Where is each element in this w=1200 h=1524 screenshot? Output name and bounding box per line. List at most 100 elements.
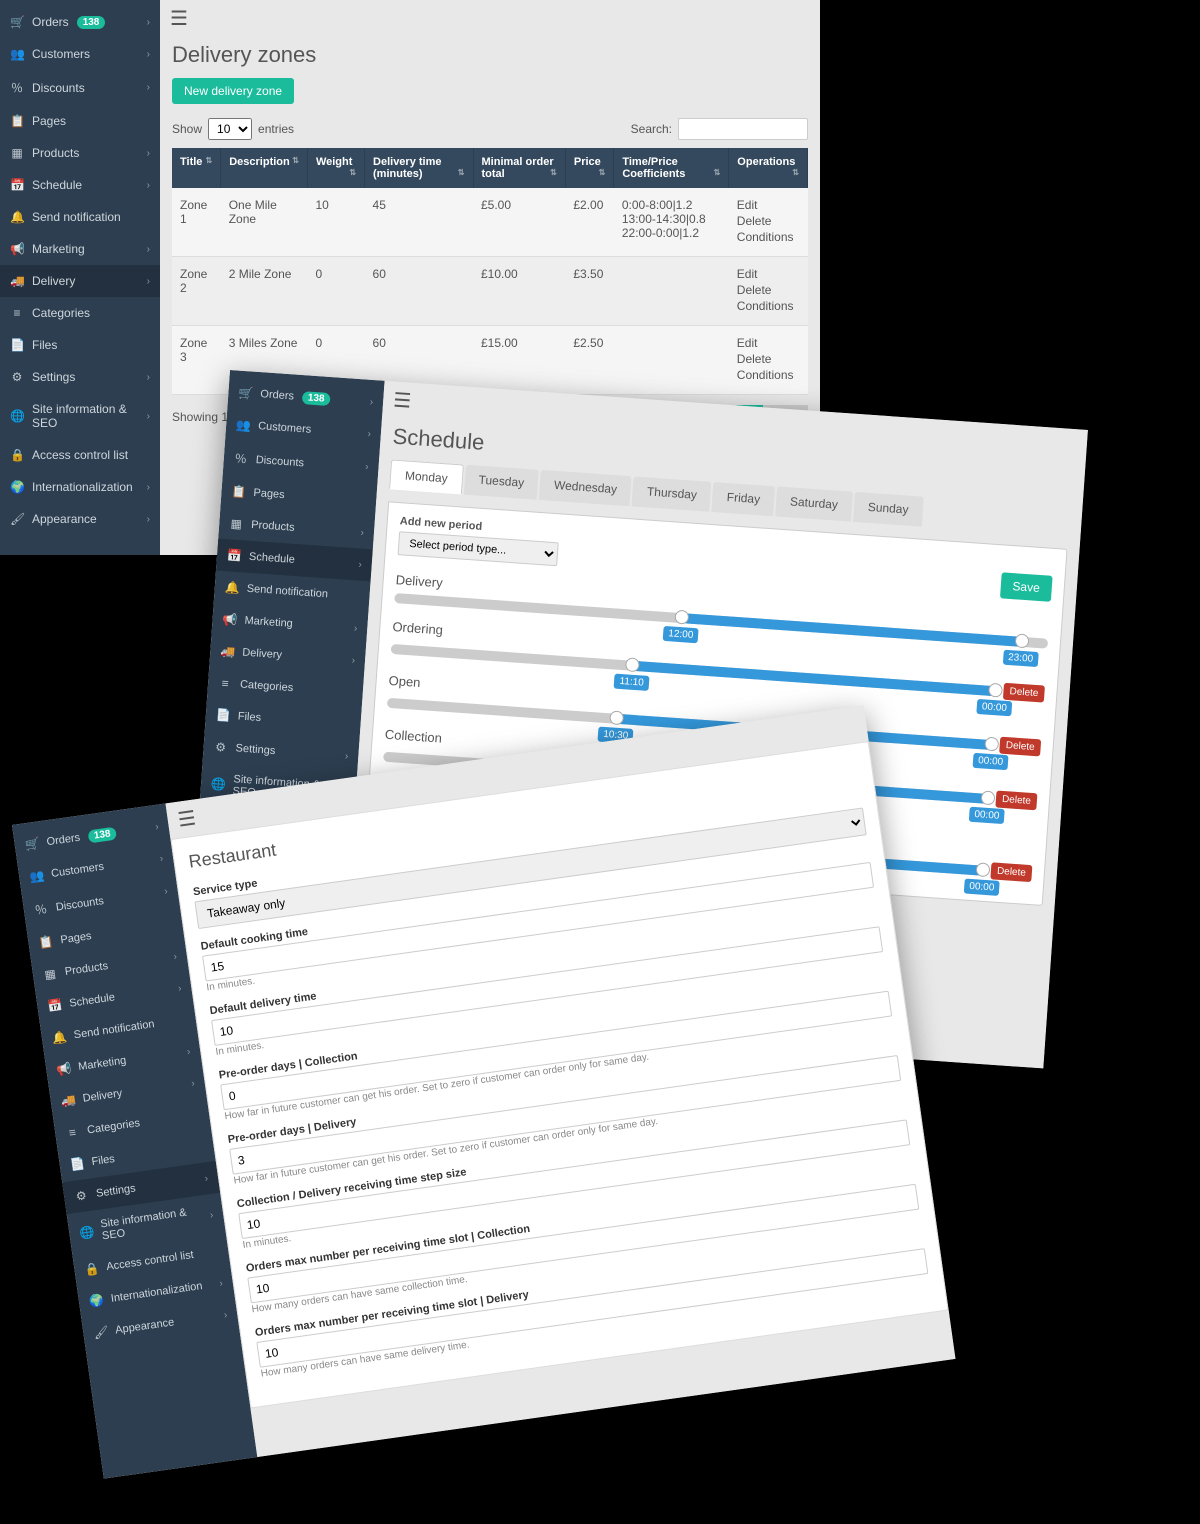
- column-header[interactable]: Time/Price Coefficients⇅: [614, 148, 729, 188]
- sidebar-item-schedule[interactable]: 📅Schedule›: [0, 169, 160, 201]
- sidebar-item-label: Orders: [32, 15, 69, 29]
- entries-select[interactable]: 10: [208, 118, 252, 140]
- tab-thursday[interactable]: Thursday: [632, 476, 712, 511]
- restaurant-window: 🛒Orders138›👥Customers›％Discounts›📋Pages▦…: [12, 705, 955, 1478]
- chevron-right-icon: ›: [159, 853, 164, 864]
- op-edit[interactable]: Edit: [737, 267, 800, 281]
- sidebar-item-settings[interactable]: ⚙Settings›: [0, 361, 160, 393]
- op-edit[interactable]: Edit: [737, 198, 800, 212]
- customers-icon: 👥: [28, 868, 44, 884]
- tab-tuesday[interactable]: Tuesday: [464, 465, 540, 500]
- tab-saturday[interactable]: Saturday: [775, 486, 853, 521]
- save-button[interactable]: Save: [1000, 572, 1053, 602]
- marketing-icon: 📢: [10, 242, 24, 256]
- sidebar-item-label: Schedule: [249, 551, 296, 566]
- sidebar-item-internationalization[interactable]: 🌍Internationalization›: [0, 471, 160, 503]
- column-header[interactable]: Weight⇅: [307, 148, 364, 188]
- sidebar-item-label: Send notification: [32, 210, 121, 224]
- sidebar-item-files[interactable]: 📄Files: [0, 329, 160, 361]
- sidebar-item-send-notification[interactable]: 🔔 Send notification: [0, 201, 160, 233]
- sidebar-item-label: Pages: [253, 487, 285, 501]
- pages-icon: 📋: [38, 935, 54, 951]
- sidebar: 🛒Orders138›👥Customers›％Discounts›📋Pages▦…: [0, 0, 160, 555]
- search-input[interactable]: [678, 118, 808, 140]
- sidebar-item-label: Products: [32, 146, 79, 160]
- sidebar-item-label: Access control list: [106, 1249, 195, 1273]
- column-header[interactable]: Price⇅: [565, 148, 613, 188]
- op-delete[interactable]: Delete: [737, 283, 800, 297]
- entries-label: entries: [258, 122, 294, 136]
- chevron-right-icon: ›: [365, 462, 369, 473]
- search-label: Search:: [631, 122, 672, 136]
- delete-button[interactable]: Delete: [990, 862, 1032, 882]
- sidebar-item-categories[interactable]: ≡Categories: [0, 297, 160, 329]
- hamburger-icon[interactable]: ☰: [392, 387, 412, 413]
- chevron-right-icon: ›: [351, 655, 355, 666]
- pages-icon: 📋: [231, 484, 246, 499]
- chevron-right-icon: ›: [191, 1078, 196, 1089]
- table-row: Zone 22 Mile Zone060£10.00£3.50EditDelet…: [172, 257, 808, 326]
- sidebar-item-label: Categories: [86, 1117, 140, 1136]
- chevron-right-icon: ›: [147, 244, 150, 255]
- sidebar-item-label: Customers: [50, 861, 104, 880]
- sidebar-item-label: Marketing: [32, 242, 85, 256]
- sidebar-item-marketing[interactable]: 📢 Marketing ›: [0, 233, 160, 265]
- column-header[interactable]: Delivery time (minutes)⇅: [365, 148, 473, 188]
- sort-icon: ⇅: [599, 168, 606, 177]
- sidebar-item-products[interactable]: ▦Products›: [0, 137, 160, 169]
- sidebar-item-appearance[interactable]: 🖌Appearance›: [0, 503, 160, 535]
- access-control-list-icon: 🔒: [84, 1261, 100, 1277]
- sidebar-item-label: Schedule: [69, 991, 116, 1009]
- chevron-right-icon: ›: [369, 396, 373, 407]
- tab-friday[interactable]: Friday: [712, 482, 775, 516]
- sidebar-item-label: Appearance: [32, 512, 97, 526]
- delete-button[interactable]: Delete: [1003, 683, 1045, 703]
- column-header[interactable]: Minimal order total⇅: [473, 148, 565, 188]
- op-delete[interactable]: Delete: [737, 214, 800, 228]
- tab-wednesday[interactable]: Wednesday: [539, 470, 632, 506]
- send-notification-icon: 🔔: [51, 1030, 67, 1046]
- categories-icon: ≡: [218, 676, 233, 691]
- time-badge: 11:10: [614, 673, 649, 690]
- show-label: Show: [172, 122, 202, 136]
- column-header[interactable]: Title⇅: [172, 148, 221, 188]
- chevron-right-icon: ›: [177, 983, 182, 994]
- products-icon: ▦: [229, 516, 244, 531]
- delete-button[interactable]: Delete: [999, 737, 1041, 757]
- chevron-right-icon: ›: [219, 1278, 224, 1289]
- sidebar-item-customers[interactable]: 👥Customers›: [0, 38, 160, 70]
- sidebar-item-discounts[interactable]: ％Discounts›: [0, 70, 160, 105]
- zones-table: Title⇅Description⇅Weight⇅Delivery time (…: [172, 148, 808, 395]
- new-delivery-zone-button[interactable]: New delivery zone: [172, 78, 294, 104]
- sidebar-item-label: Settings: [32, 370, 75, 384]
- column-header[interactable]: Description⇅: [221, 148, 308, 188]
- hamburger-icon[interactable]: ☰: [176, 805, 197, 832]
- sidebar-item-label: Delivery: [242, 647, 282, 662]
- column-header[interactable]: Operations⇅: [729, 148, 808, 188]
- tab-monday[interactable]: Monday: [389, 459, 464, 494]
- delete-button[interactable]: Delete: [995, 791, 1037, 811]
- sidebar-item-site-information-seo[interactable]: 🌐Site information & SEO›: [0, 393, 160, 439]
- op-conditions[interactable]: Conditions: [737, 368, 800, 382]
- op-delete[interactable]: Delete: [737, 352, 800, 366]
- sidebar-item-label: Marketing: [244, 615, 293, 630]
- op-conditions[interactable]: Conditions: [737, 230, 800, 244]
- chevron-right-icon: ›: [186, 1046, 191, 1057]
- op-conditions[interactable]: Conditions: [737, 299, 800, 313]
- op-edit[interactable]: Edit: [737, 336, 800, 350]
- sidebar-item-access-control-list[interactable]: 🔒Access control list: [0, 439, 160, 471]
- orders-badge: 138: [87, 826, 117, 843]
- settings-icon: ⚙: [213, 740, 228, 755]
- sidebar-item-pages[interactable]: 📋Pages: [0, 105, 160, 137]
- tab-sunday[interactable]: Sunday: [853, 492, 924, 527]
- sidebar-item-delivery[interactable]: 🚚Delivery›: [0, 265, 160, 297]
- send-notification-icon: 🔔: [10, 210, 24, 224]
- chevron-right-icon: ›: [345, 750, 349, 761]
- hamburger-icon[interactable]: ☰: [170, 6, 188, 31]
- products-icon: ▦: [42, 966, 58, 982]
- settings-icon: ⚙: [73, 1188, 89, 1204]
- chevron-right-icon: ›: [360, 527, 364, 538]
- chevron-right-icon: ›: [147, 49, 150, 60]
- sidebar-item-label: Customers: [32, 47, 90, 61]
- sidebar-item-orders[interactable]: 🛒Orders138›: [0, 6, 160, 38]
